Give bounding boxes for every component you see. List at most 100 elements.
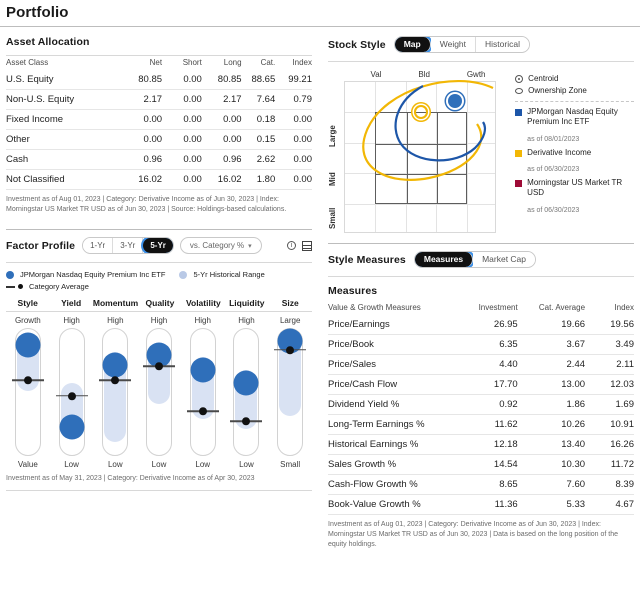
factor-gauge[interactable] bbox=[11, 328, 44, 457]
factor-header-yield: Yield bbox=[61, 298, 82, 309]
factor-profile-chart: Growth Value High Low High Low High Low … bbox=[6, 312, 312, 472]
row-label: Price/Book bbox=[328, 334, 457, 355]
legend-label-centroid: Centroid bbox=[528, 74, 559, 83]
cell-cat: 13.40 bbox=[517, 434, 586, 455]
row-label: Price/Cash Flow bbox=[328, 374, 457, 395]
factor-column-momentum: High Low bbox=[93, 312, 137, 472]
row-label: Long-Term Earnings % bbox=[328, 414, 457, 435]
cell-index: 3.49 bbox=[585, 334, 634, 355]
cell-net: 0.00 bbox=[122, 109, 163, 130]
factor-gauge[interactable] bbox=[274, 328, 307, 457]
legend-item-ownership-zone: Ownership Zone bbox=[515, 86, 634, 96]
tab-market-cap[interactable]: Market Cap bbox=[473, 252, 536, 267]
factor-bottom-label: Low bbox=[151, 460, 167, 470]
cell-cat: 7.60 bbox=[517, 474, 586, 495]
legend-label-investment: JPMorgan Nasdaq Equity Premium Inc ETF bbox=[527, 106, 618, 127]
cell-investment: 26.95 bbox=[456, 315, 518, 335]
stock-style-tabs[interactable]: Map Weight Historical bbox=[393, 36, 530, 53]
cell-long: 0.00 bbox=[201, 129, 242, 150]
row-label: Cash-Flow Growth % bbox=[328, 474, 457, 495]
info-icon[interactable]: i bbox=[287, 241, 296, 251]
table-row: Sales Growth % 14.54 10.30 11.72 bbox=[328, 454, 634, 475]
col-index: Index bbox=[614, 303, 634, 312]
factor-profile-bottom-divider bbox=[6, 490, 312, 492]
centroid-category bbox=[414, 105, 428, 119]
y-axis-small: Small bbox=[328, 207, 337, 229]
factor-column-style: Growth Value bbox=[6, 312, 50, 472]
row-label: Book-Value Growth % bbox=[328, 494, 457, 515]
tab-measures[interactable]: Measures bbox=[414, 252, 474, 267]
factor-bottom-label: Low bbox=[239, 460, 254, 470]
style-box-area: Val Bld Gwth Large Mid Small Centroid Ow… bbox=[328, 62, 634, 233]
table-view-icon[interactable] bbox=[302, 240, 312, 251]
row-label: Sales Growth % bbox=[328, 454, 457, 475]
factor-column-yield: High Low bbox=[50, 312, 94, 472]
cell-investment: 11.36 bbox=[456, 494, 518, 515]
page-title: Portfolio bbox=[6, 4, 69, 21]
category-average-marker bbox=[55, 391, 88, 400]
cell-cat: 0.18 bbox=[241, 109, 276, 130]
factor-profile-headers: Style Yield Momentum Quality Volatility … bbox=[6, 293, 312, 311]
tab-5yr[interactable]: 5-Yr bbox=[143, 238, 173, 254]
col-measure: Value & Growth Measures bbox=[328, 303, 421, 312]
row-label: Other bbox=[6, 129, 123, 150]
tab-3yr[interactable]: 3-Yr bbox=[113, 238, 144, 254]
investment-bubble bbox=[190, 357, 216, 383]
cell-index: 0.00 bbox=[275, 129, 312, 150]
table-row: Non-U.S. Equity 2.17 0.00 2.17 7.64 0.79 bbox=[6, 89, 312, 110]
asset-allocation-footnote: Investment as of Aug 01, 2023 | Category… bbox=[6, 196, 287, 214]
factor-profile-toolbar: Factor Profile 1-Yr 3-Yr 5-Yr vs. Catego… bbox=[6, 230, 312, 262]
style-measures-footnote: Investment as of Aug 01, 2023 | Category… bbox=[328, 521, 619, 549]
col-short: Short bbox=[182, 58, 202, 67]
cell-cat: 10.30 bbox=[517, 454, 586, 475]
factor-header-momentum: Momentum bbox=[92, 298, 139, 309]
factor-gauge[interactable] bbox=[230, 328, 263, 457]
factor-profile-title: Factor Profile bbox=[6, 239, 76, 252]
ownership-zone-icon bbox=[515, 88, 524, 95]
table-row: Not Classified 16.02 0.00 16.02 1.80 0.0… bbox=[6, 169, 312, 190]
stock-style-panel: Stock Style Map Weight Historical Val Bl… bbox=[328, 27, 634, 233]
table-row: Other 0.00 0.00 0.00 0.15 0.00 bbox=[6, 129, 312, 150]
cell-short: 0.00 bbox=[162, 169, 202, 190]
right-column: Stock Style Map Weight Historical Val Bl… bbox=[320, 27, 640, 550]
content-columns: Asset Allocation Asset Class Net Short L… bbox=[0, 27, 640, 550]
cell-net: 2.17 bbox=[122, 89, 163, 110]
row-label: Price/Earnings bbox=[328, 315, 457, 335]
cell-index: 4.67 bbox=[585, 494, 634, 515]
factor-top-label: Large bbox=[279, 316, 301, 326]
cell-index: 0.00 bbox=[275, 149, 312, 170]
cell-cat: 7.64 bbox=[241, 89, 276, 110]
cell-short: 0.00 bbox=[162, 89, 202, 110]
legend-marker-category-average bbox=[6, 284, 23, 290]
x-axis-growth: Gwth bbox=[466, 70, 486, 79]
factor-header-size: Size bbox=[281, 298, 299, 309]
factor-top-label: High bbox=[150, 316, 168, 326]
cell-cat: 1.80 bbox=[241, 169, 276, 190]
tab-1yr[interactable]: 1-Yr bbox=[83, 238, 114, 254]
legend-asof-investment: as of 08/01/2023 bbox=[527, 135, 580, 143]
cell-net: 0.00 bbox=[122, 129, 163, 150]
cell-index: 10.91 bbox=[585, 414, 634, 435]
cell-index: 16.26 bbox=[585, 434, 634, 455]
legend-swatch-category bbox=[515, 149, 523, 157]
cell-cat: 0.15 bbox=[241, 129, 276, 150]
style-measures-tabs[interactable]: Measures Market Cap bbox=[413, 251, 537, 268]
tab-weight[interactable]: Weight bbox=[430, 37, 477, 52]
cell-short: 0.00 bbox=[162, 129, 202, 150]
factor-gauge[interactable] bbox=[99, 328, 132, 457]
tab-map[interactable]: Map bbox=[394, 37, 431, 52]
table-row: Dividend Yield % 0.92 1.86 1.69 bbox=[328, 394, 634, 415]
factor-gauge[interactable] bbox=[55, 328, 88, 457]
cell-index: 12.03 bbox=[585, 374, 634, 395]
table-row: Book-Value Growth % 11.36 5.33 4.67 bbox=[328, 494, 634, 515]
portfolio-page: Portfolio Asset Allocation Asset Class N… bbox=[0, 0, 640, 596]
factor-gauge[interactable] bbox=[186, 328, 219, 457]
comparison-dropdown[interactable]: vs. Category % ▾ bbox=[179, 237, 262, 255]
factor-profile-period-tabs[interactable]: 1-Yr 3-Yr 5-Yr bbox=[82, 237, 174, 255]
tab-historical[interactable]: Historical bbox=[476, 37, 529, 52]
category-average-marker bbox=[99, 376, 132, 385]
style-measures-table: Value & Growth Measures Investment Cat. … bbox=[328, 301, 634, 515]
legend-label-index: Morningstar US Market TR USD bbox=[527, 177, 623, 198]
factor-gauge[interactable] bbox=[143, 328, 176, 457]
cell-investment: 0.92 bbox=[456, 394, 518, 415]
